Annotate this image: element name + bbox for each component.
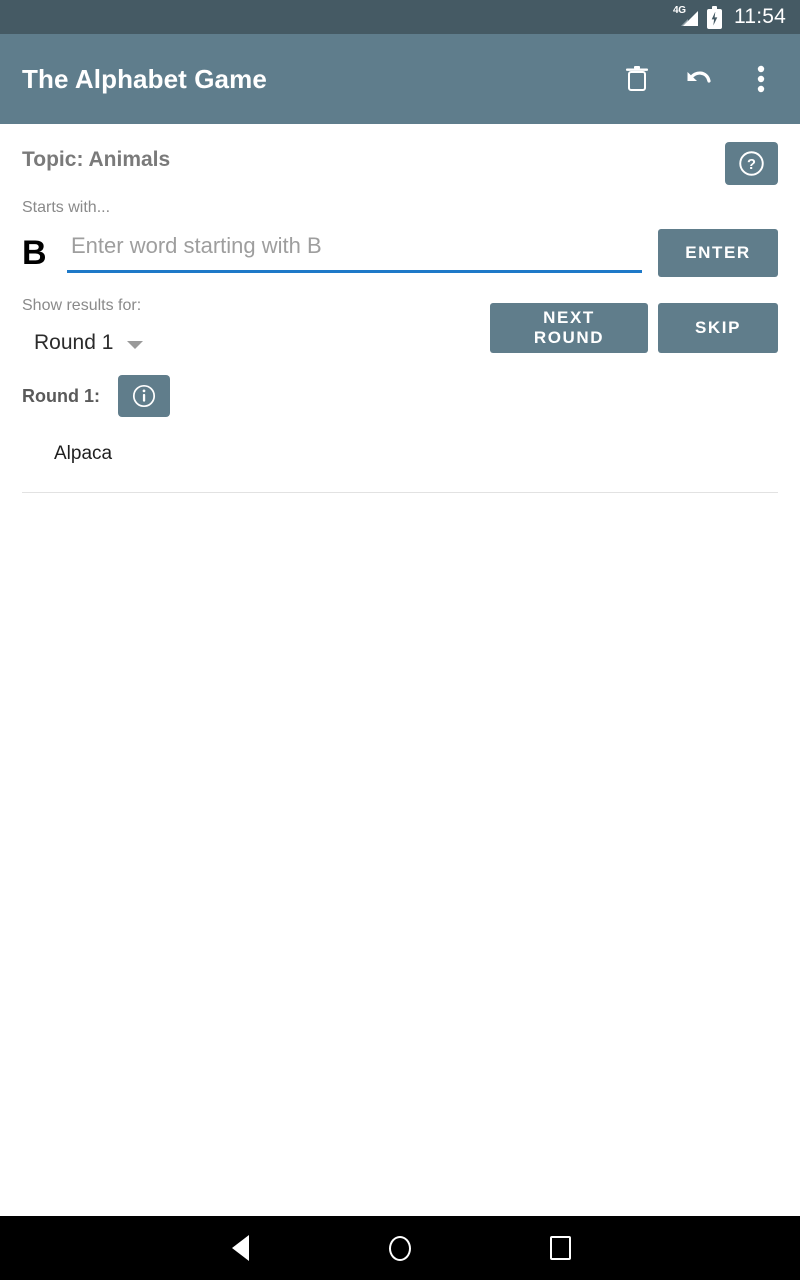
current-letter: B <box>22 234 47 272</box>
topic-row: Topic: Animals ? <box>22 124 778 185</box>
word-input[interactable] <box>67 233 642 273</box>
home-circle-icon <box>389 1235 411 1261</box>
status-icons: 4G 11:54 <box>672 5 786 29</box>
enter-button[interactable]: ENTER <box>658 229 778 277</box>
help-circle-icon: ? <box>739 151 764 176</box>
list-divider <box>22 492 778 493</box>
info-circle-icon <box>132 384 156 408</box>
help-button[interactable]: ? <box>725 142 778 185</box>
round-selector-value: Round 1 <box>34 331 114 354</box>
results-controls-row: Show results for: Round 1 NEXT ROUND SKI… <box>22 297 778 355</box>
app-bar-actions <box>622 63 782 95</box>
android-nav-bar <box>0 1216 800 1280</box>
delete-icon[interactable] <box>622 63 652 95</box>
status-clock: 11:54 <box>734 5 786 28</box>
svg-text:?: ? <box>747 157 756 173</box>
recents-square-icon <box>549 1236 571 1260</box>
page-title: Topic: Animals <box>22 148 171 171</box>
info-button[interactable] <box>118 375 170 417</box>
recents-button[interactable] <box>536 1224 584 1272</box>
app-bar: The Alphabet Game <box>0 34 800 124</box>
home-button[interactable] <box>376 1224 424 1272</box>
phone-screen: 4G 11:54 The Alphabet Game Topic: Animal… <box>0 0 800 1280</box>
signal-bars <box>683 11 698 26</box>
list-item[interactable]: Alpaca <box>22 441 778 467</box>
back-triangle-icon <box>231 1235 249 1261</box>
signal-4g-icon: 4G <box>672 5 698 28</box>
undo-icon[interactable] <box>684 63 714 95</box>
battery-charging-icon <box>707 5 722 29</box>
round-header-label: Round 1: <box>22 385 100 406</box>
skip-button[interactable]: SKIP <box>658 303 778 353</box>
round-selector[interactable]: Round 1 <box>22 331 144 355</box>
show-results-label: Show results for: <box>22 297 142 314</box>
next-round-button[interactable]: NEXT ROUND <box>490 303 648 353</box>
main-content: Topic: Animals ? Starts with... B ENTER … <box>0 124 800 1216</box>
starts-with-label: Starts with... <box>22 199 111 216</box>
status-bar: 4G 11:54 <box>0 0 800 34</box>
overflow-menu-icon[interactable] <box>746 63 776 95</box>
round-action-buttons: NEXT ROUND SKIP <box>490 303 778 353</box>
round-header: Round 1: <box>22 375 778 417</box>
word-list: Alpaca <box>22 441 778 493</box>
back-button[interactable] <box>216 1224 264 1272</box>
word-entry-row: B ENTER <box>22 229 778 277</box>
word-input-wrapper <box>67 233 658 273</box>
results-selector-group: Show results for: Round 1 <box>22 297 144 355</box>
app-title: The Alphabet Game <box>22 63 267 94</box>
chevron-down-icon <box>127 340 144 349</box>
